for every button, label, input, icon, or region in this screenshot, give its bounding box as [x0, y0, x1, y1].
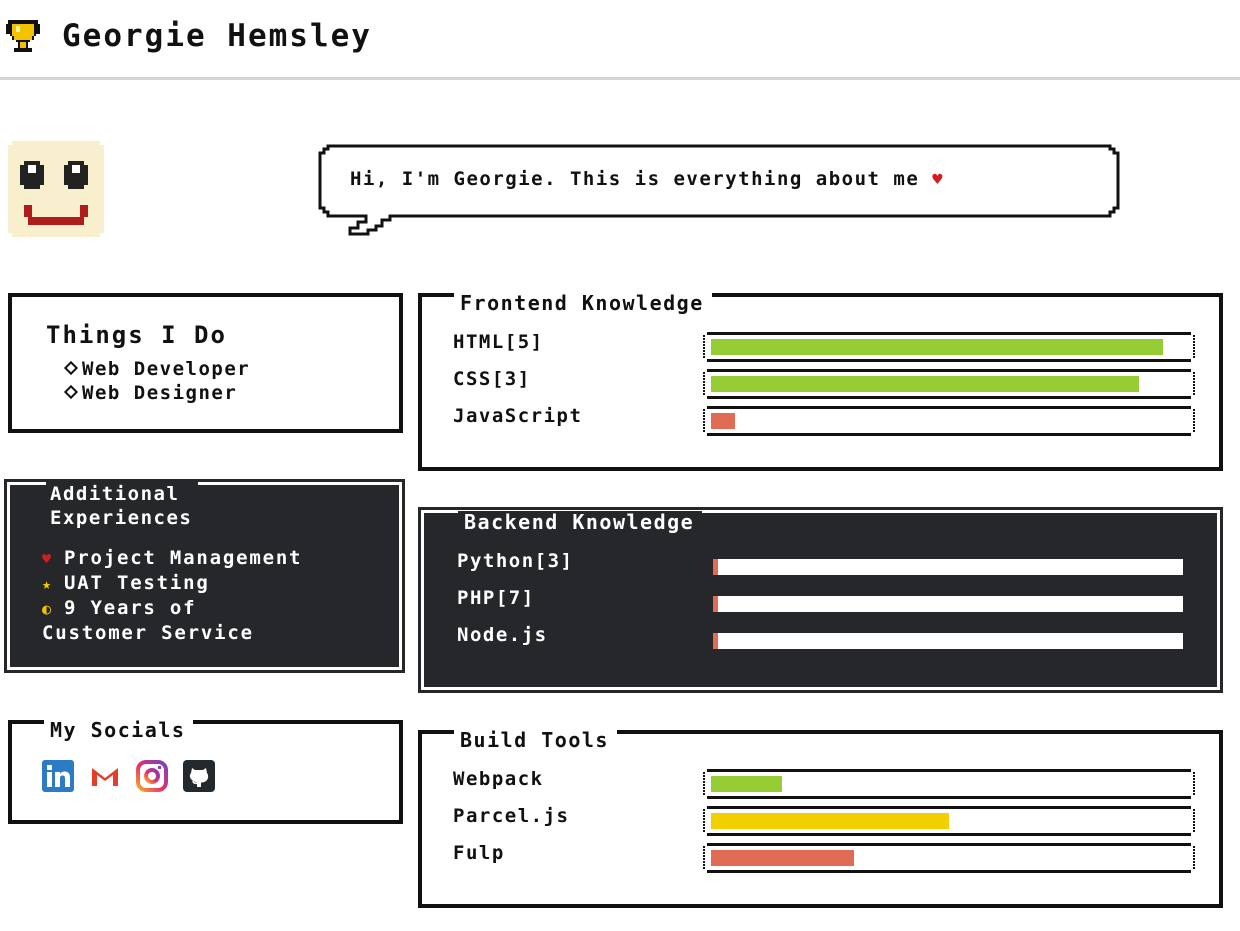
skill-bar [703, 806, 1195, 836]
skill-fill [711, 776, 782, 792]
skill-label: Parcel.js [453, 805, 570, 827]
skill-label: CSS[3] [453, 368, 531, 390]
trophy-icon [6, 20, 40, 52]
skill-bar [703, 332, 1195, 362]
instagram-icon[interactable] [136, 760, 168, 792]
skill-bar [703, 843, 1195, 873]
frontend-title: Frontend Knowledge [454, 292, 712, 314]
page-header: Georgie Hemsley [0, 0, 1240, 80]
socials-title: My Socials [44, 719, 194, 741]
skill-label: PHP[7] [457, 587, 535, 609]
skill-label: Fulp [453, 842, 505, 864]
additional-experiences-list: ♥ Project Management ★ UAT Testing ◐ 9 Year… [42, 546, 302, 645]
skill-label: Node.js [457, 624, 548, 646]
skill-fill [713, 633, 718, 649]
list-item: Web Developer [63, 357, 250, 381]
skill-bar [713, 596, 1183, 612]
diamond-bullet-icon [63, 360, 79, 376]
skill-label: Webpack [453, 768, 544, 790]
list-item: ♥ Project Management [42, 547, 303, 569]
list-item: ◐ 9 Years of [42, 597, 197, 619]
skill-fill [711, 850, 854, 866]
heart-icon: ♥ [932, 170, 945, 190]
skill-fill [713, 596, 718, 612]
skill-bar [703, 769, 1195, 799]
smiley-avatar [8, 141, 104, 237]
list-item: ★ UAT Testing [42, 572, 210, 594]
skill-fill [711, 339, 1163, 355]
list-item: Web Designer [63, 381, 250, 405]
skill-label: JavaScript [453, 405, 583, 427]
github-icon[interactable] [183, 760, 215, 792]
skill-label: Python[3] [457, 550, 574, 572]
skill-label: HTML[5] [453, 331, 544, 353]
heart-icon: ♥ [42, 550, 53, 568]
speech-bubble: Hi, I'm Georgie. This is everything abou… [318, 144, 1120, 238]
additional-experiences-title: Additional Experiences [46, 482, 199, 530]
skill-bar [713, 633, 1183, 649]
diamond-bullet-icon [63, 384, 79, 400]
list-item-continuation: Customer Service [42, 622, 254, 644]
skill-fill [711, 813, 949, 829]
build-tools-title: Build Tools [454, 729, 617, 751]
skill-bar [713, 559, 1183, 575]
speech-text: Hi, I'm Georgie. This is everything abou… [350, 168, 945, 190]
page-title: Georgie Hemsley [62, 18, 372, 54]
backend-title: Backend Knowledge [458, 511, 703, 533]
skill-bar [703, 406, 1195, 436]
things-i-do-title: Things I Do [46, 321, 227, 349]
coin-icon: ◐ [42, 600, 53, 618]
skill-fill [711, 413, 735, 429]
skill-bar [703, 369, 1195, 399]
skill-fill [711, 376, 1139, 392]
linkedin-icon[interactable] [42, 760, 74, 792]
star-icon: ★ [42, 575, 53, 593]
gmail-icon[interactable] [89, 760, 121, 792]
things-i-do-panel: Things I Do Web Developer Web Designer [8, 293, 403, 433]
things-i-do-list: Web Developer Web Designer [63, 357, 250, 405]
skill-fill [713, 559, 718, 575]
socials-icons [42, 760, 215, 792]
